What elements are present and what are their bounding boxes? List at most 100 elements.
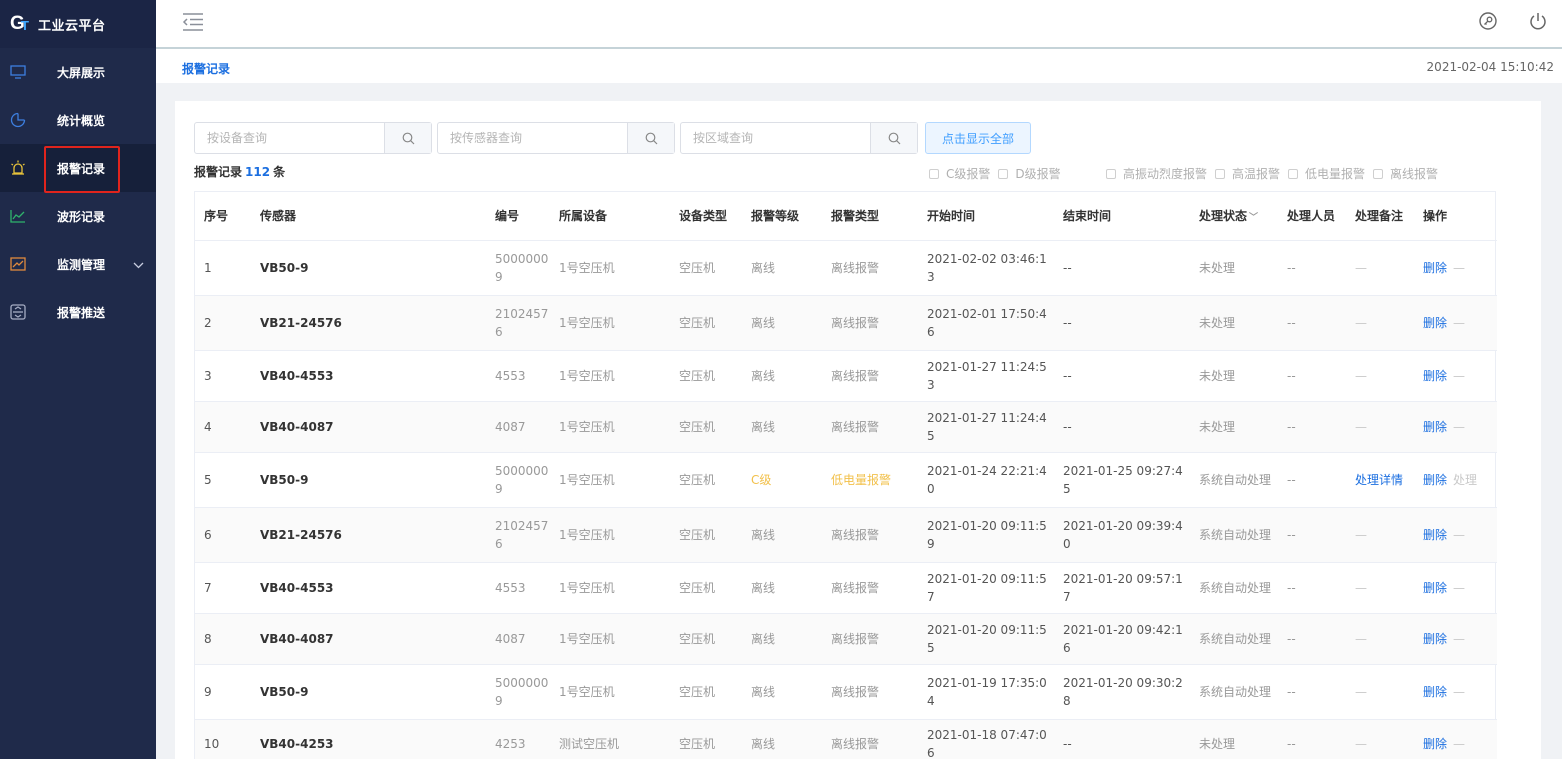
col-header-status[interactable]: 处理状态 ﹀ bbox=[1190, 192, 1278, 241]
sidebar-item-dashboard[interactable]: 大屏展示 bbox=[0, 48, 156, 96]
sidebar-item-monitoring[interactable]: 监测管理 bbox=[0, 240, 156, 288]
sidebar-item-alarm-push[interactable]: 报警推送 bbox=[0, 288, 156, 336]
cell-start-time: 2021-01-19 17:35:04 bbox=[918, 664, 1054, 720]
delete-link[interactable]: 删除 bbox=[1423, 261, 1447, 275]
process-link: — bbox=[1453, 527, 1466, 542]
sidebar-item-statistics[interactable]: 统计概览 bbox=[0, 96, 156, 144]
region-search-input[interactable] bbox=[681, 123, 870, 153]
col-header: 编号 bbox=[486, 192, 550, 241]
cell-sensor: VB40-4553 bbox=[251, 562, 486, 614]
cell-end-time: -- bbox=[1054, 401, 1190, 453]
checkbox[interactable] bbox=[1215, 168, 1226, 179]
cell-no: 8 bbox=[195, 613, 251, 665]
checkbox[interactable] bbox=[929, 168, 939, 179]
checkbox[interactable] bbox=[998, 168, 1009, 179]
cell-handler: -- bbox=[1278, 719, 1346, 759]
cell-alarm-type: 离线报警 bbox=[822, 562, 918, 614]
cell-actions: 删除 — bbox=[1414, 240, 1497, 296]
delete-link[interactable]: 删除 bbox=[1423, 685, 1447, 699]
cell-device: 1号空压机 bbox=[550, 452, 670, 508]
cell-note: — bbox=[1346, 562, 1414, 614]
cell-note: — bbox=[1346, 613, 1414, 665]
col-header: 处理人员 bbox=[1278, 192, 1346, 241]
cell-no: 1 bbox=[195, 240, 251, 296]
delete-link[interactable]: 删除 bbox=[1423, 369, 1447, 383]
cell-status: 未处理 bbox=[1190, 719, 1278, 759]
line-chart-icon bbox=[10, 208, 26, 224]
show-all-button[interactable]: 点击显示全部 bbox=[925, 122, 1031, 154]
delete-link[interactable]: 删除 bbox=[1423, 581, 1447, 595]
cell-code: 50000009 bbox=[486, 452, 550, 508]
search-icon[interactable] bbox=[870, 123, 917, 153]
password-icon[interactable] bbox=[1478, 11, 1498, 34]
checkbox[interactable] bbox=[1288, 168, 1299, 179]
sidebar-item-alarm-records[interactable]: 报警记录 bbox=[0, 144, 156, 192]
logo[interactable]: GT 工业云平台 bbox=[0, 0, 156, 48]
cell-handler: -- bbox=[1278, 507, 1346, 563]
delete-link[interactable]: 删除 bbox=[1423, 737, 1447, 751]
filter-offline[interactable]: 离线报警 bbox=[1373, 165, 1438, 182]
checkbox[interactable] bbox=[1106, 168, 1116, 179]
cell-status: 未处理 bbox=[1190, 401, 1278, 453]
table-header-row: 序号 传感器 编号 所属设备 设备类型 报警等级 报警类型 开始时间 结束时间 … bbox=[195, 192, 1497, 241]
checkbox[interactable] bbox=[1373, 168, 1384, 179]
cell-device-type: 空压机 bbox=[670, 507, 742, 563]
filter-high-vibration[interactable]: 高振动烈度报警 bbox=[1106, 165, 1207, 182]
table-row: 3 VB40-4553 4553 1号空压机 空压机 离线 离线报警 2021-01-27 1… bbox=[195, 350, 1497, 402]
alarm-table: 序号 传感器 编号 所属设备 设备类型 报警等级 报警类型 开始时间 结束时间 … bbox=[194, 191, 1497, 759]
delete-link[interactable]: 删除 bbox=[1423, 528, 1447, 542]
cell-alarm-type: 低电量报警 bbox=[822, 452, 918, 508]
process-link[interactable]: 处理 bbox=[1453, 473, 1477, 487]
cell-note[interactable]: 处理详情 bbox=[1346, 452, 1414, 508]
filter-low-battery[interactable]: 低电量报警 bbox=[1288, 165, 1365, 182]
filter-c-level[interactable]: C级报警 bbox=[929, 165, 990, 182]
cell-no: 3 bbox=[195, 350, 251, 402]
col-header-label: 处理状态 bbox=[1199, 209, 1248, 224]
cell-device: 1号空压机 bbox=[550, 562, 670, 614]
col-header: 报警等级 bbox=[742, 192, 822, 241]
header-actions bbox=[1478, 11, 1548, 34]
search-icon[interactable] bbox=[627, 123, 674, 153]
delete-link[interactable]: 删除 bbox=[1423, 420, 1447, 434]
menu-collapse-icon[interactable] bbox=[182, 12, 204, 35]
delete-link[interactable]: 删除 bbox=[1423, 473, 1447, 487]
cell-alarm-type: 离线报警 bbox=[822, 613, 918, 665]
filter-high-temp[interactable]: 高温报警 bbox=[1215, 165, 1280, 182]
delete-link[interactable]: 删除 bbox=[1423, 316, 1447, 330]
chevron-down-icon[interactable] bbox=[133, 258, 144, 272]
search-icon[interactable] bbox=[384, 123, 431, 153]
power-icon[interactable] bbox=[1528, 11, 1548, 34]
sensor-search-input[interactable] bbox=[438, 123, 627, 153]
region-search bbox=[680, 122, 918, 154]
breadcrumb[interactable]: 报警记录 bbox=[182, 60, 230, 77]
cell-sensor: VB50-9 bbox=[251, 240, 486, 296]
cell-code: 4253 bbox=[486, 719, 550, 759]
cell-alarm-level: 离线 bbox=[742, 240, 822, 296]
cell-alarm-type: 离线报警 bbox=[822, 507, 918, 563]
delete-link[interactable]: 删除 bbox=[1423, 632, 1447, 646]
top-header bbox=[156, 0, 1562, 49]
cell-alarm-level: 离线 bbox=[742, 562, 822, 614]
cell-status: 系统自动处理 bbox=[1190, 452, 1278, 508]
filter-d-level[interactable]: D级报警 bbox=[998, 165, 1061, 182]
chevron-down-icon[interactable]: ﹀ bbox=[1249, 213, 1258, 223]
sidebar-item-label: 波形记录 bbox=[57, 209, 106, 224]
process-link: — bbox=[1453, 315, 1466, 330]
filter-label: 低电量报警 bbox=[1305, 167, 1366, 181]
record-count-suffix: 条 bbox=[273, 165, 286, 179]
cell-start-time: 2021-01-20 09:11:57 bbox=[918, 562, 1054, 614]
cell-device-type: 空压机 bbox=[670, 664, 742, 720]
cell-start-time: 2021-01-27 11:24:53 bbox=[918, 350, 1054, 402]
cell-status: 未处理 bbox=[1190, 295, 1278, 351]
cell-sensor: VB40-4253 bbox=[251, 719, 486, 759]
cell-start-time: 2021-02-01 17:50:46 bbox=[918, 295, 1054, 351]
table-row: 1 VB50-9 50000009 1号空压机 空压机 离线 离线报警 2021-02-02 … bbox=[195, 240, 1497, 296]
cell-note: — bbox=[1346, 719, 1414, 759]
alarm-icon bbox=[10, 160, 26, 176]
cell-alarm-type: 离线报警 bbox=[822, 664, 918, 720]
cell-status: 系统自动处理 bbox=[1190, 613, 1278, 665]
device-search-input[interactable] bbox=[195, 123, 384, 153]
cell-status: 未处理 bbox=[1190, 240, 1278, 296]
sidebar-item-waveform[interactable]: 波形记录 bbox=[0, 192, 156, 240]
cell-device-type: 空压机 bbox=[670, 295, 742, 351]
